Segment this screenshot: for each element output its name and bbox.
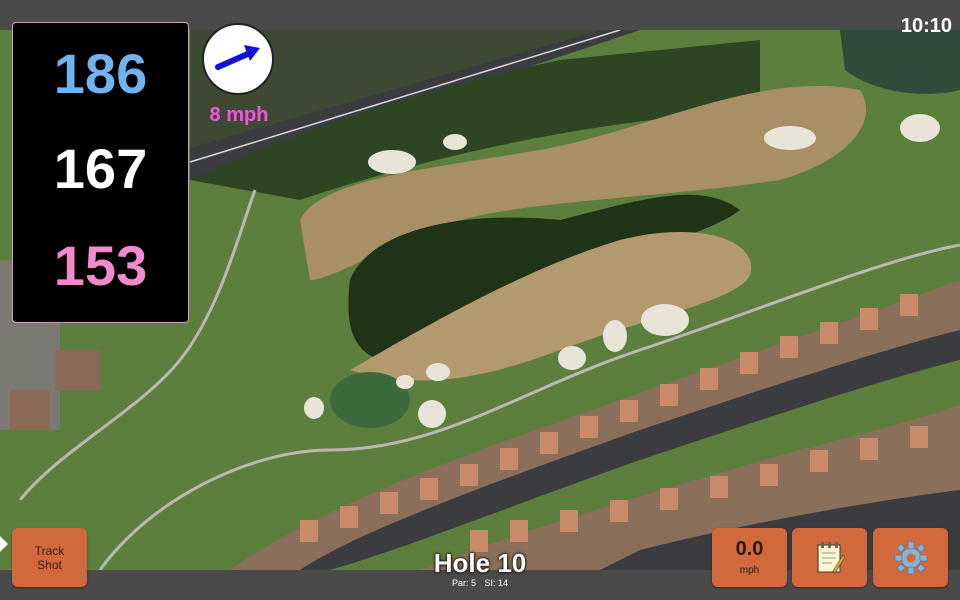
arrow-right-icon [215, 45, 260, 70]
hole-info: Par: 5 SI: 14 [380, 578, 580, 588]
speed-value: 0.0 [735, 538, 764, 560]
notepad-icon [817, 541, 845, 573]
hole-par: Par: 5 [451, 578, 476, 588]
hole-title: Hole 10 [433, 548, 527, 578]
settings-button[interactable] [873, 528, 948, 587]
distance-panel: 186 167 153 [12, 22, 189, 323]
track-shot-label-line2: Shot [37, 557, 62, 572]
track-shot-button[interactable]: Track Shot [12, 528, 87, 587]
middle-distance: 167 [53, 137, 148, 200]
wind-indicator [202, 23, 274, 95]
back-distance: 186 [53, 42, 148, 105]
gear-icon [894, 541, 927, 574]
track-shot-label-line1: Track [34, 543, 65, 558]
speed-button[interactable]: 0.0 mph [712, 528, 787, 587]
notes-button[interactable] [792, 528, 867, 587]
wind-speed: 8 mph [209, 104, 269, 126]
hole-stroke-index: SI: 14 [484, 578, 509, 588]
side-drawer-handle-icon[interactable] [0, 536, 8, 552]
front-distance: 153 [53, 234, 148, 297]
speed-unit: mph [739, 565, 760, 576]
clock: 10:10 [900, 15, 952, 37]
